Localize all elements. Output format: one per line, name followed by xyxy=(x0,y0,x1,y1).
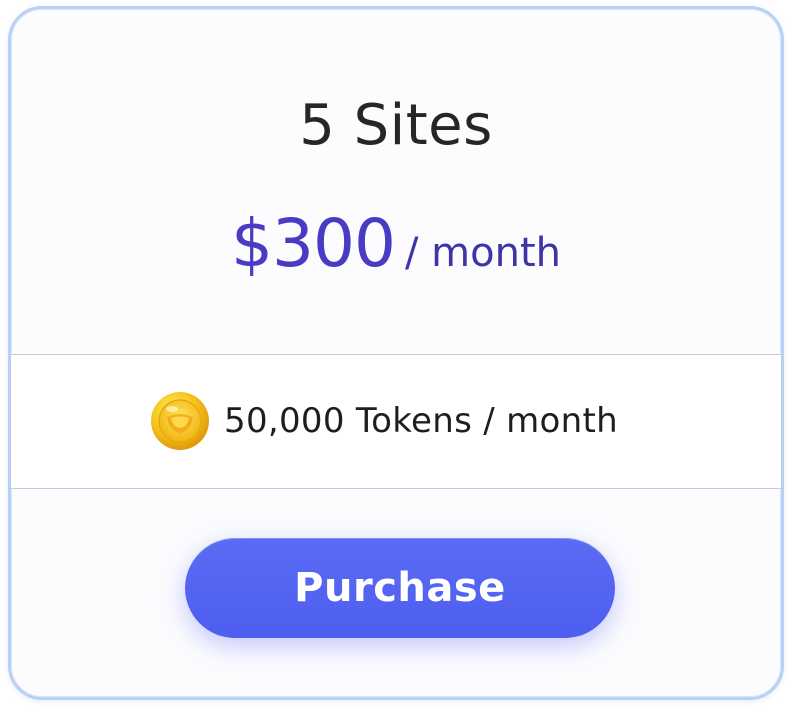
divider-bottom xyxy=(11,488,781,489)
price-row: $300/ month xyxy=(11,205,781,282)
price-amount: $300 xyxy=(231,205,396,282)
pricing-card: 5 Sites $300/ month 50,000 Tokens / mont… xyxy=(8,6,784,700)
tokens-row: 50,000 Tokens / month xyxy=(11,389,781,453)
tokens-label: 50,000 Tokens / month xyxy=(224,401,618,441)
coin-icon xyxy=(151,392,210,450)
purchase-button[interactable]: Purchase xyxy=(185,538,615,638)
plan-title: 5 Sites xyxy=(299,93,493,158)
price-period: / month xyxy=(404,230,561,276)
divider-top xyxy=(11,354,781,355)
